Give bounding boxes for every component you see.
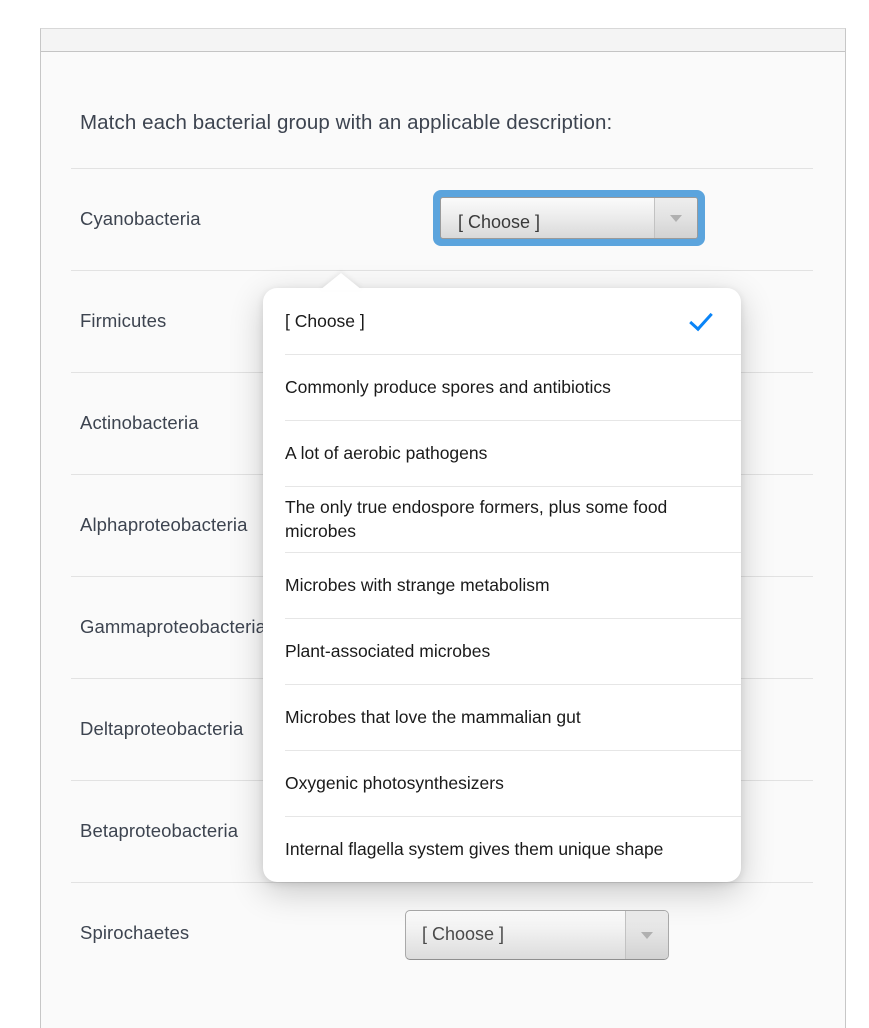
- checkmark-icon: [691, 373, 719, 401]
- dropdown-option[interactable]: A lot of aerobic pathogens: [263, 420, 741, 486]
- dropdown-option-label: A lot of aerobic pathogens: [285, 442, 488, 463]
- dropdown-option-label: Internal flagella system gives them uniq…: [285, 838, 664, 859]
- select-arrow-box[interactable]: [625, 911, 668, 959]
- panel-header-strip: [41, 29, 845, 52]
- dropdown-option[interactable]: Microbes that love the mammalian gut: [263, 684, 741, 750]
- dropdown-option-label: Microbes that love the mammalian gut: [285, 706, 581, 727]
- checkmark-icon: [691, 307, 719, 335]
- row-label: Firmicutes: [80, 310, 167, 331]
- dropdown-option-label: Plant-associated microbes: [285, 640, 491, 661]
- dropdown-option[interactable]: Oxygenic photosynthesizers: [263, 750, 741, 816]
- row-label: Spirochaetes: [80, 922, 190, 943]
- matching-row: Spirochaetes [ Choose ]: [71, 882, 813, 985]
- row-label: Gammaproteobacteria: [80, 616, 266, 637]
- checkmark-icon: [691, 505, 719, 533]
- row-label: Cyanobacteria: [80, 208, 201, 229]
- row-label: Actinobacteria: [80, 412, 199, 433]
- dropdown-caret-icon: [320, 273, 362, 290]
- select-arrow-box[interactable]: [654, 198, 697, 238]
- dropdown-option-label: The only true endospore formers, plus so…: [285, 496, 668, 541]
- select-inner: [ Choose ]: [440, 197, 698, 239]
- select-value: [ Choose ]: [422, 924, 505, 944]
- dropdown-option-label: [ Choose ]: [285, 310, 365, 331]
- chevron-down-icon: [670, 215, 682, 222]
- checkmark-icon: [691, 571, 719, 599]
- dropdown-option-label: Microbes with strange metabolism: [285, 574, 550, 595]
- matching-row: Cyanobacteria [ Choose ]: [71, 168, 813, 271]
- checkmark-icon: [691, 769, 719, 797]
- panel-body: Match each bacterial group with an appli…: [41, 52, 845, 1028]
- checkmark-icon: [691, 835, 719, 863]
- dropdown-option[interactable]: Internal flagella system gives them uniq…: [263, 816, 741, 882]
- checkmark-icon: [691, 439, 719, 467]
- row-label: Betaproteobacteria: [80, 820, 239, 841]
- chevron-down-icon: [641, 932, 653, 939]
- dropdown-option[interactable]: The only true endospore formers, plus so…: [263, 486, 741, 552]
- row-label: Alphaproteobacteria: [80, 514, 248, 535]
- answer-select[interactable]: [ Choose ]: [433, 190, 705, 246]
- dropdown-option-label: Oxygenic photosynthesizers: [285, 772, 504, 793]
- select-value: [ Choose ]: [458, 212, 541, 232]
- dropdown-option-label: Commonly produce spores and antibiotics: [285, 376, 611, 397]
- question-panel: Match each bacterial group with an appli…: [40, 28, 846, 1028]
- dropdown-option[interactable]: Commonly produce spores and antibiotics: [263, 354, 741, 420]
- checkmark-icon: [691, 637, 719, 665]
- dropdown-option[interactable]: [ Choose ]: [263, 288, 741, 354]
- checkmark-icon: [691, 703, 719, 731]
- dropdown-option[interactable]: Microbes with strange metabolism: [263, 552, 741, 618]
- page-title: Match each bacterial group with an appli…: [80, 111, 613, 134]
- answer-select[interactable]: [ Choose ]: [405, 910, 669, 960]
- dropdown-menu[interactable]: [ Choose ] Commonly produce spores and an…: [263, 288, 741, 882]
- row-label: Deltaproteobacteria: [80, 718, 244, 739]
- dropdown-option[interactable]: Plant-associated microbes: [263, 618, 741, 684]
